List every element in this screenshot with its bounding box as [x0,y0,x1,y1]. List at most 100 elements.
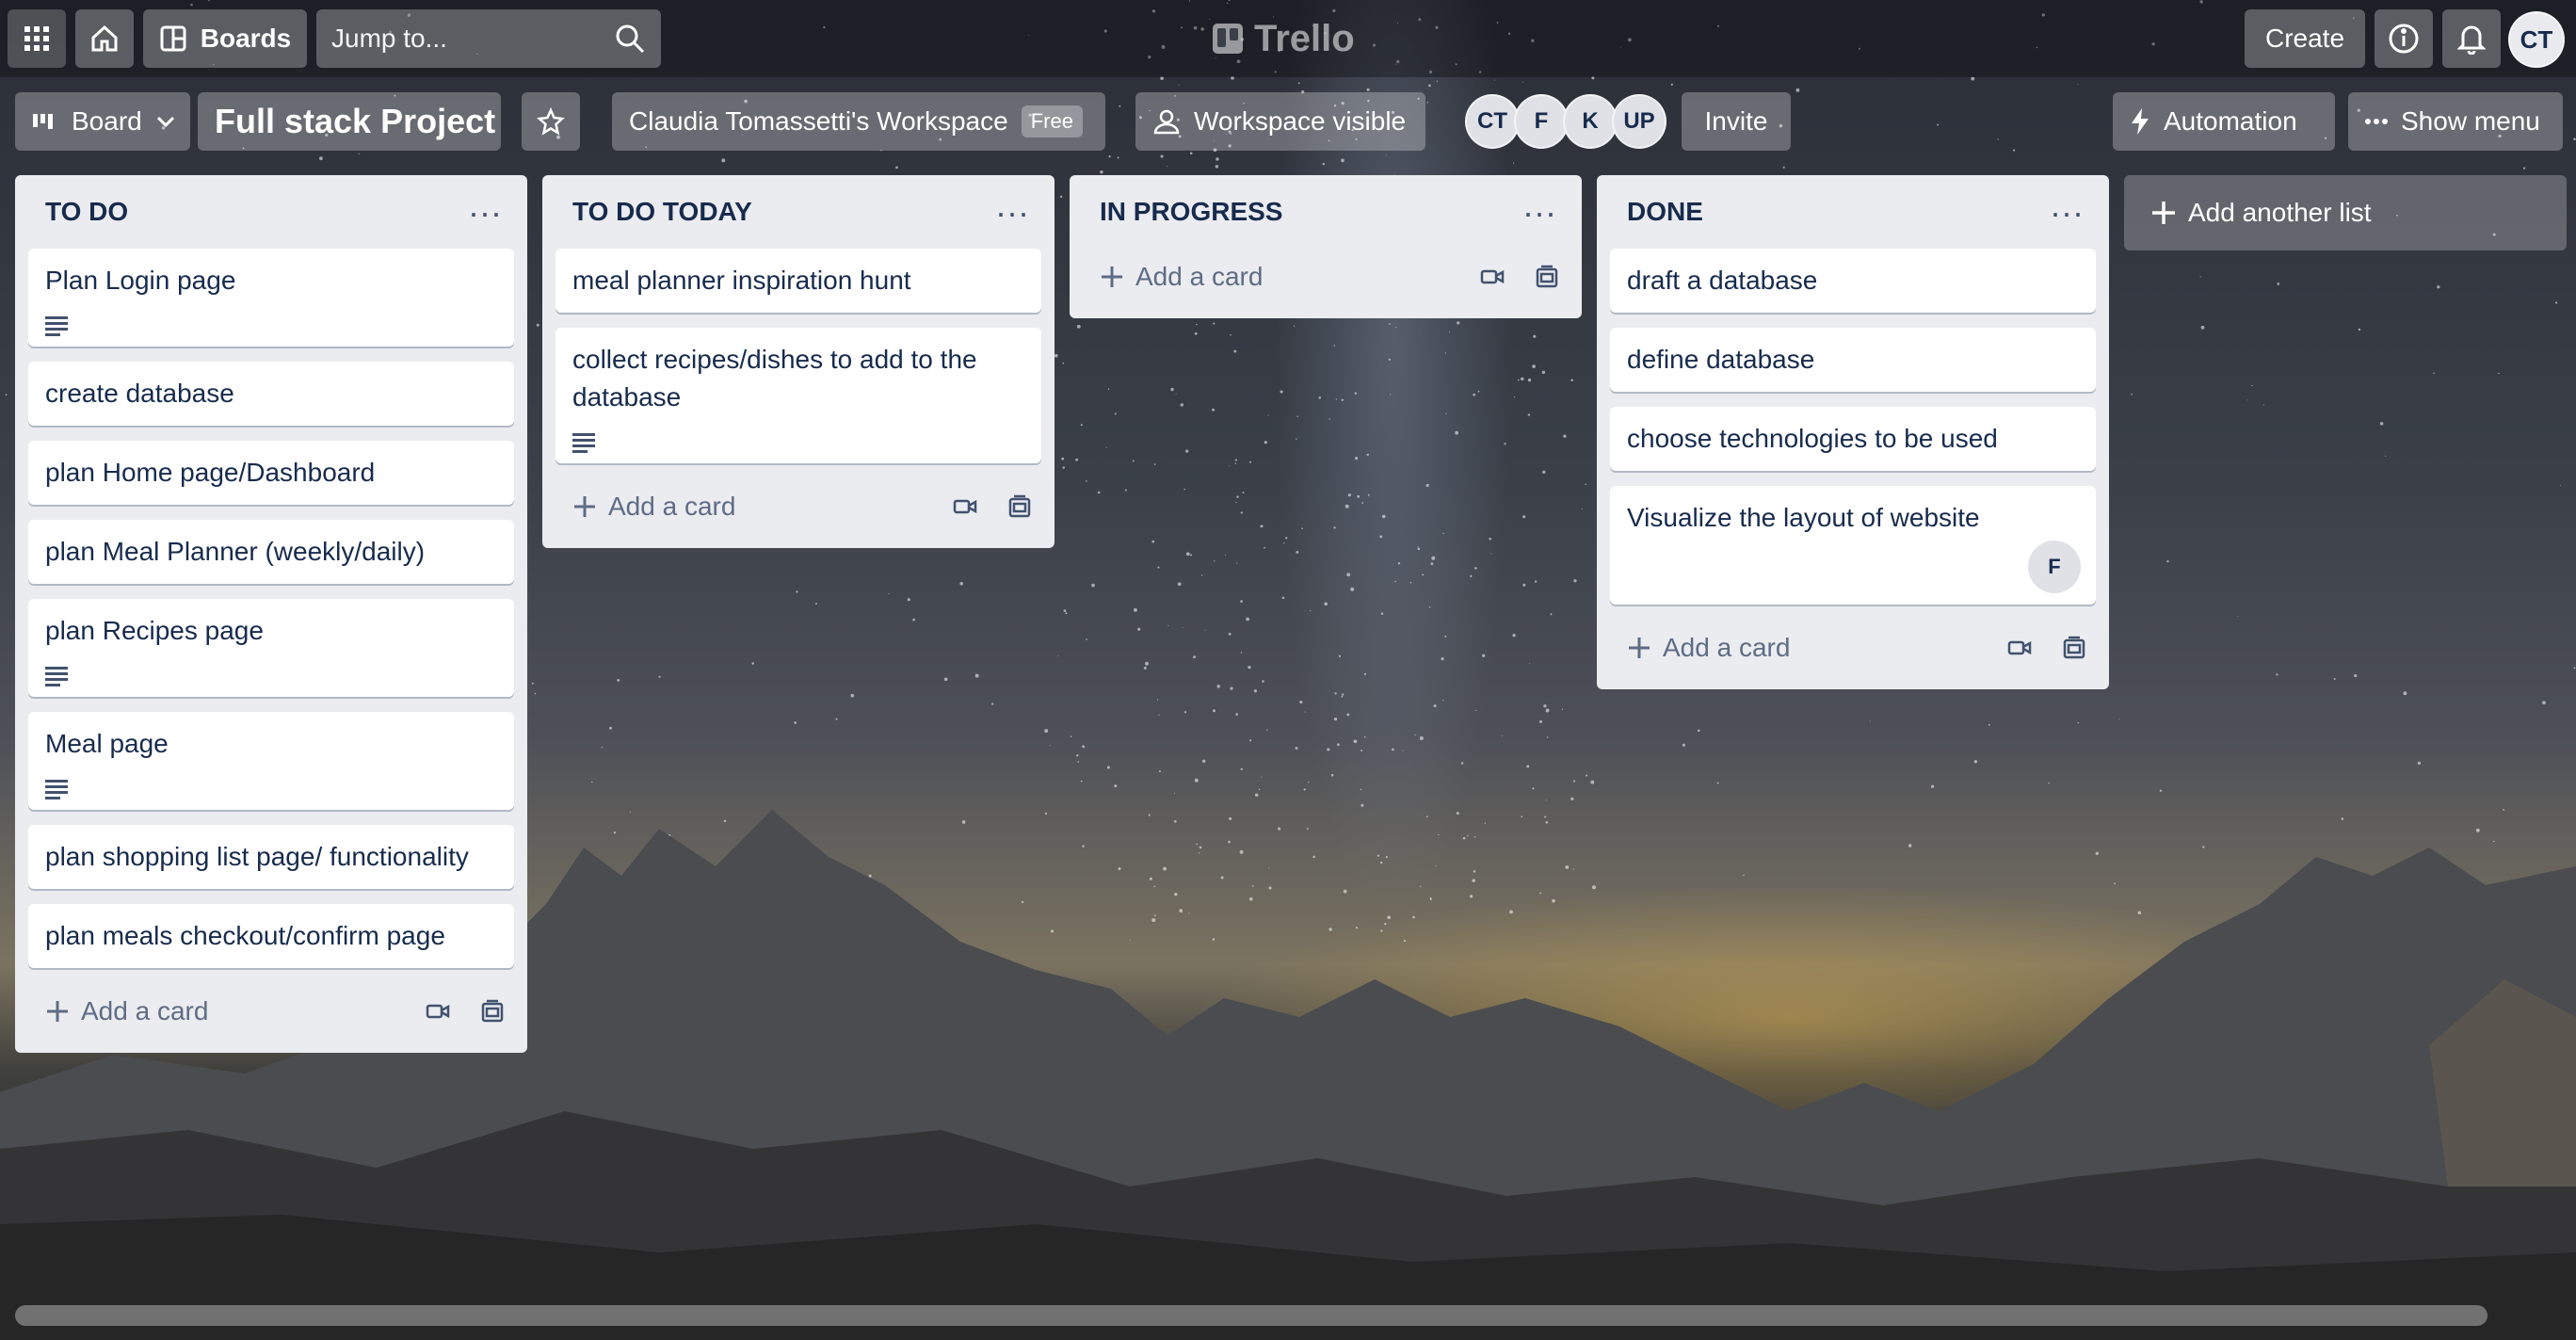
automation-button[interactable]: Automation [2113,92,2335,151]
member-avatar[interactable]: CT [1465,94,1520,149]
card-title: Plan Login page [45,266,236,295]
member-avatar[interactable]: UP [1612,94,1666,149]
plus-icon [1627,636,1651,660]
card[interactable]: Meal page [28,712,514,810]
app-switcher-button[interactable] [8,9,66,68]
plus-icon [2150,200,2177,226]
board-title[interactable]: Full stack Project [198,92,501,151]
plus-icon [45,999,70,1024]
member-avatar[interactable]: K [1563,94,1618,149]
card-member-avatar[interactable]: F [2028,541,2081,593]
trello-logo[interactable]: Trello [1211,13,1355,64]
list-title[interactable]: DONE [1627,197,1703,227]
card[interactable]: create database [28,362,514,426]
add-another-list-button[interactable]: Add another list [2124,175,2567,250]
user-initials: CT [2520,24,2553,54]
invite-button[interactable]: Invite [1682,92,1791,151]
create-from-template-icon[interactable] [2062,636,2086,660]
create-label: Create [2264,24,2345,53]
create-from-template-icon[interactable] [480,999,505,1024]
video-record-icon[interactable] [426,1003,450,1020]
star-board-button[interactable] [522,92,580,151]
list-header: DONE ... [1610,175,2096,249]
jump-to-search-input[interactable]: Jump to... [316,9,661,68]
board-horizontal-scrollbar[interactable] [15,1305,2487,1326]
boards-icon [159,24,187,53]
card-title: draft a database [1627,266,1818,295]
plus-icon [572,494,597,519]
list-title[interactable]: IN PROGRESS [1100,197,1282,227]
workspace-button[interactable]: Claudia Tomassetti's Workspace Free [612,92,1105,151]
home-button[interactable] [75,9,134,68]
lightning-icon [2130,107,2150,136]
home-icon [89,23,121,55]
card[interactable]: plan Home page/Dashboard [28,441,514,505]
logo-text: Trello [1254,17,1355,59]
visibility-label: Workspace visible [1194,106,1407,136]
video-record-icon[interactable] [953,498,977,515]
list-title[interactable]: TO DO [45,197,128,227]
show-menu-button[interactable]: Show menu [2348,92,2563,151]
info-icon [2388,23,2420,55]
description-icon [45,659,497,686]
card[interactable]: plan Meal Planner (weekly/daily) [28,520,514,584]
search-icon[interactable] [614,23,646,55]
list-to-do-today: TO DO TODAY ... meal planner inspiration… [542,175,1055,548]
board-view-icon [32,111,58,132]
star-icon [537,107,565,136]
list-actions-icon[interactable]: ... [469,188,503,228]
video-record-icon[interactable] [2007,639,2032,656]
add-card-label: Add a card [1135,262,1264,291]
board-view-label: Board [72,106,142,136]
board-title-text: Full stack Project [215,102,496,140]
card[interactable]: draft a database [1610,249,2096,313]
add-card-label: Add a card [81,996,209,1025]
list-actions-icon[interactable]: ... [1523,188,1557,228]
plus-icon [1100,265,1124,289]
information-button[interactable] [2375,9,2433,68]
add-card-row: Add a card [1083,249,1569,305]
list-title[interactable]: TO DO TODAY [572,197,752,227]
add-card-button[interactable]: Add a card [45,996,208,1026]
add-card-button[interactable]: Add a card [572,492,735,522]
card-title: define database [1627,345,1815,374]
board-view-switcher[interactable]: Board [15,92,190,151]
top-navigation-bar: Boards Jump to... Trello Create CT [0,0,2576,77]
notifications-button[interactable] [2442,9,2501,68]
list-in-progress: IN PROGRESS ... Add a card [1070,175,1582,318]
card[interactable]: collect recipes/dishes to add to the dat… [555,328,1041,463]
card[interactable]: Visualize the layout of website F [1610,486,2096,605]
grid-icon [23,24,51,53]
video-record-icon[interactable] [1480,268,1505,285]
card[interactable]: plan meals checkout/confirm page [28,904,514,968]
chevron-down-icon [155,114,176,129]
workspace-name: Claudia Tomassetti's Workspace [629,106,1008,136]
add-card-button[interactable]: Add a card [1627,633,1790,663]
list-actions-icon[interactable]: ... [996,188,1030,228]
member-avatar[interactable]: F [1514,94,1569,149]
list-actions-icon[interactable]: ... [2051,188,2085,228]
card[interactable]: meal planner inspiration hunt [555,249,1041,313]
card-title: Meal page [45,729,169,758]
boards-button[interactable]: Boards [143,9,307,68]
card[interactable]: choose technologies to be used [1610,407,2096,471]
user-avatar[interactable]: CT [2508,11,2565,68]
visibility-button[interactable]: Workspace visible [1135,92,1425,151]
card-title: collect recipes/dishes to add to the dat… [572,345,977,412]
list-to-do: TO DO ... Plan Login page create databas… [15,175,527,1053]
people-icon [1152,108,1181,135]
card[interactable]: Plan Login page [28,249,514,347]
card[interactable]: plan shopping list page/ functionality [28,825,514,889]
create-from-template-icon[interactable] [1007,494,1032,519]
add-card-button[interactable]: Add a card [1100,262,1263,292]
add-card-label: Add a card [608,492,736,521]
description-icon [45,772,497,799]
create-from-template-icon[interactable] [1535,265,1559,289]
description-icon [572,426,1024,453]
create-button[interactable]: Create [2245,9,2365,68]
list-header: TO DO ... [28,175,514,249]
card[interactable]: define database [1610,328,2096,392]
card-title: meal planner inspiration hunt [572,266,911,295]
card-title: plan Meal Planner (weekly/daily) [45,537,426,566]
card[interactable]: plan Recipes page [28,599,514,697]
